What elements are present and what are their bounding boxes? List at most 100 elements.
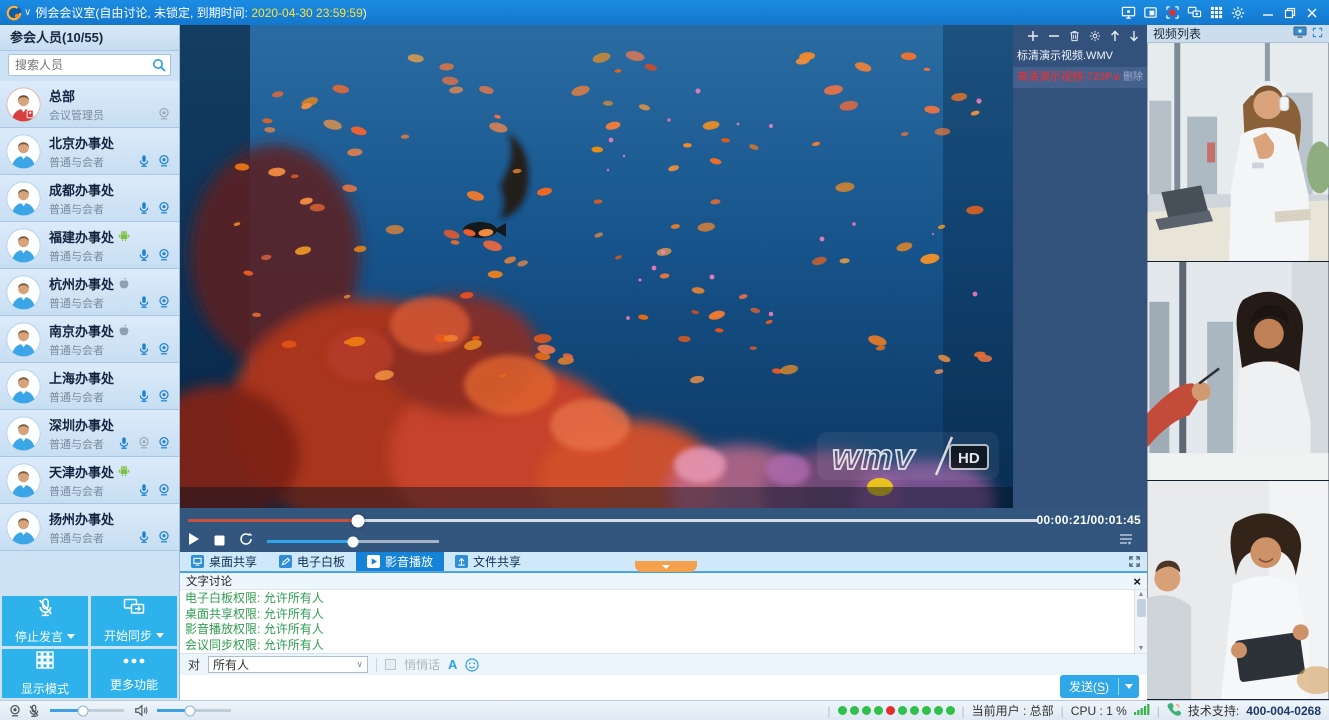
webcam-icon[interactable] (157, 483, 171, 497)
participants-panel: 参会人员(10/55) 总部 (0, 25, 180, 700)
video-thumbnail[interactable] (1147, 262, 1329, 481)
participant-row[interactable]: 南京办事处 普通与会者 (0, 316, 179, 363)
mic-icon[interactable] (137, 389, 151, 403)
scroll-thumb[interactable] (1137, 599, 1146, 617)
participant-row[interactable]: 上海办事处 普通与会者 (0, 363, 179, 410)
recipient-select[interactable]: 所有人∨ (208, 656, 368, 673)
mic-icon[interactable] (137, 154, 151, 168)
send-button[interactable]: 发送(S) (1060, 675, 1139, 698)
playlist-item-selected[interactable]: 高清演示视频-720P.wmv 删除 (1013, 67, 1147, 88)
chat-collapse-handle[interactable] (635, 561, 697, 572)
tab-desktop-share[interactable]: 桌面共享 (180, 552, 268, 571)
network-share-icon[interactable] (1183, 2, 1205, 23)
webcam-icon[interactable] (157, 389, 171, 403)
mic-icon[interactable] (137, 342, 151, 356)
playlist-remove-icon[interactable] (1048, 30, 1060, 42)
participant-row[interactable]: 扬州办事处 普通与会者 (0, 504, 179, 551)
statusbar: | | 当前用户 : 总部 | CPU : 1 % | 技术支持: 400-00… (0, 700, 1329, 720)
webcam-icon[interactable] (157, 436, 171, 450)
search-input[interactable] (8, 54, 171, 76)
avatar (6, 510, 41, 545)
playlist-delete-link[interactable]: 删除 (1123, 67, 1143, 88)
seek-bar[interactable] (188, 519, 1038, 522)
minimize-button[interactable] (1257, 2, 1279, 23)
message-input[interactable] (180, 675, 1040, 701)
mic-muted-icon[interactable] (27, 704, 41, 718)
mic-volume-handle[interactable] (78, 705, 89, 716)
mic-volume-slider[interactable] (50, 709, 124, 712)
mic-icon[interactable] (137, 248, 151, 262)
chevron-down-icon[interactable]: ∨ (24, 7, 31, 18)
mic-icon[interactable] (137, 295, 151, 309)
mic-icon[interactable] (137, 201, 151, 215)
participant-row[interactable]: 天津办事处 普通与会者 (0, 457, 179, 504)
playlist-trash-icon[interactable] (1069, 30, 1080, 42)
grid-icon[interactable] (1205, 2, 1227, 23)
volume-slider[interactable] (267, 540, 439, 543)
webcam-icon[interactable] (157, 342, 171, 356)
seek-handle[interactable] (352, 514, 365, 527)
mic-icon[interactable] (117, 436, 131, 450)
webcam-icon[interactable] (157, 295, 171, 309)
window-mode-icon[interactable] (1139, 2, 1161, 23)
playlist-add-icon[interactable] (1027, 30, 1039, 42)
fullscreen-icon[interactable] (1128, 552, 1147, 571)
webcam-off-icon[interactable] (157, 107, 171, 121)
start-sync-button[interactable]: 开始同步 (91, 596, 177, 646)
participant-row[interactable]: 深圳办事处 普通与会者 (0, 410, 179, 457)
screen-share-icon[interactable] (1117, 2, 1139, 23)
speaker-volume-handle[interactable] (185, 705, 196, 716)
tab-file-share[interactable]: 文件共享 (444, 552, 532, 571)
participant-row[interactable]: 杭州办事处 普通与会者 (0, 269, 179, 316)
participant-row[interactable]: 成都办事处 普通与会者 (0, 175, 179, 222)
participant-name: 北京办事处 (49, 133, 114, 152)
expand-panel-icon[interactable] (1312, 27, 1323, 41)
replay-button[interactable] (239, 532, 253, 551)
tab-whiteboard[interactable]: 电子白板 (268, 552, 356, 571)
speaker-volume-slider[interactable] (157, 709, 231, 712)
move-down-icon[interactable] (1129, 30, 1139, 42)
emoji-button[interactable] (465, 658, 479, 672)
webcam-off-icon[interactable] (137, 436, 151, 450)
scroll-down-icon[interactable]: ▼ (1138, 645, 1145, 652)
play-button[interactable] (188, 532, 200, 551)
chat-scrollbar[interactable]: ▲ ▼ (1134, 590, 1147, 653)
video-mode-icon[interactable] (1293, 26, 1307, 41)
participant-row[interactable]: 总部 会议管理员 (0, 81, 179, 128)
more-features-button[interactable]: 更多功能 (91, 649, 177, 699)
participant-row[interactable]: 北京办事处 普通与会者 (0, 128, 179, 175)
whisper-checkbox[interactable] (385, 659, 396, 670)
participant-row[interactable]: 福建办事处 普通与会者 (0, 222, 179, 269)
search-icon[interactable] (152, 58, 166, 77)
record-icon[interactable] (1161, 2, 1183, 23)
close-button[interactable] (1301, 2, 1323, 23)
stop-speaking-button[interactable]: 停止发言 (2, 596, 88, 646)
volume-handle[interactable] (348, 536, 359, 547)
webcam-icon[interactable] (157, 201, 171, 215)
my-webcam-icon[interactable] (8, 704, 22, 718)
participant-role: 普通与会者 (49, 436, 114, 452)
playlist-item[interactable]: 标清演示视频.WMV (1013, 46, 1147, 67)
scroll-up-icon[interactable]: ▲ (1138, 591, 1145, 598)
video-thumbnail[interactable] (1147, 481, 1329, 700)
webcam-icon[interactable] (157, 248, 171, 262)
window-title: 例会会议室(自由讨论, 未锁定, 到期时间: 2020-04-30 23:59:… (35, 4, 366, 21)
font-button[interactable]: A (448, 657, 457, 672)
tab-media-playback[interactable]: 影音播放 (356, 552, 444, 571)
settings-gear-icon[interactable] (1227, 2, 1249, 23)
send-options-arrow[interactable] (1119, 675, 1139, 698)
video-thumbnail[interactable] (1147, 43, 1329, 262)
webcam-icon[interactable] (157, 530, 171, 544)
mic-icon[interactable] (137, 530, 151, 544)
webcam-icon[interactable] (157, 154, 171, 168)
maximize-button[interactable] (1279, 2, 1301, 23)
display-mode-button[interactable]: 显示模式 (2, 649, 88, 699)
chat-close-icon[interactable]: × (1133, 575, 1141, 588)
playlist-toggle-icon[interactable] (1119, 532, 1133, 550)
media-player-stage[interactable]: wmv HD 标清演示视频.WMV 高清演示视频 (180, 25, 1147, 508)
mic-icon[interactable] (137, 483, 151, 497)
speaker-icon[interactable] (134, 704, 148, 717)
stop-button[interactable] (214, 533, 225, 551)
move-up-icon[interactable] (1110, 30, 1120, 42)
playlist-settings-icon[interactable] (1089, 30, 1101, 42)
